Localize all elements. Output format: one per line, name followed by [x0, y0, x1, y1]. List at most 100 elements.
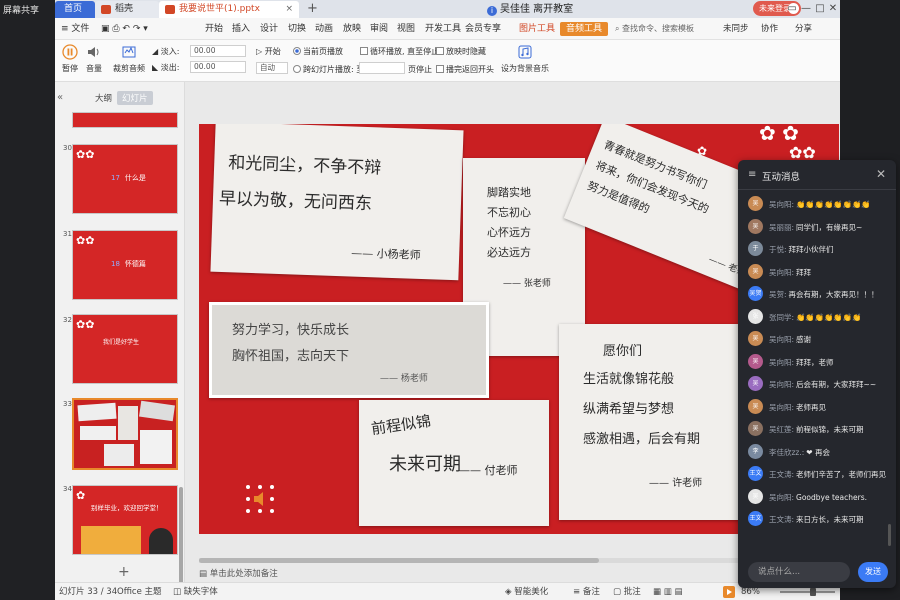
menu-insert[interactable]: 插入 — [232, 18, 250, 40]
tab-docer[interactable]: 稻壳 — [95, 1, 159, 18]
zoom-slider[interactable] — [780, 588, 835, 596]
avatar: 吴贺 — [748, 286, 763, 301]
wps-presentation-window: 首页 稻壳 我要说世平(1).pptx × + i 吴佳佳 离开教室 未来登录 ▭… — [55, 0, 840, 600]
mini-card — [140, 430, 172, 464]
menu-view[interactable]: 视图 — [397, 18, 415, 40]
slide-counter: 幻灯片 33 / 34 — [59, 587, 118, 597]
smart-beautify-button[interactable]: ◈ 智能美化 — [505, 583, 548, 600]
audio-object[interactable] — [245, 484, 275, 514]
chat-text: 老师再见 — [796, 402, 827, 412]
crop-audio-button[interactable]: 裁剪音频 — [111, 44, 147, 74]
chat-message: 吴吴红莲: 前程似锦，未来可期 — [748, 419, 888, 441]
chat-message-body: 王文涛: 老师们辛苦了，老师们再见 — [769, 469, 886, 480]
tab-document-label: 我要说世平(1).pptx — [179, 4, 260, 14]
close-tab-icon[interactable]: × — [285, 1, 293, 17]
notes-toggle[interactable]: ≡ 备注 — [573, 583, 600, 600]
comment-toggle[interactable]: ▢ 批注 — [613, 583, 641, 600]
chat-message-body: 吴贺: 再会有期，大家再见！！！ — [769, 289, 879, 300]
message-list[interactable]: 吴吴向阳: 👏👏👏👏👏👏👏👏 吴吴丽丽: 同学们，有缘再见~ 于于悦: 拜拜小伙伴们吴吴向… — [738, 194, 896, 534]
command-search[interactable]: ⌕ 查找命令、搜索模板 — [615, 22, 694, 36]
tab-home[interactable]: 首页 — [55, 1, 95, 18]
hide-checkbox[interactable]: 放映时隐藏 — [436, 46, 486, 57]
menu-developer[interactable]: 开发工具 — [425, 18, 461, 40]
background-music-button[interactable]: 设为背景音乐 — [500, 44, 550, 74]
menu-file[interactable]: ≡ 文件 — [61, 18, 89, 40]
card-signature: 小杨老师 — [351, 245, 421, 263]
menu-audio-tools[interactable]: 音频工具 — [560, 22, 609, 36]
fade-out-input[interactable]: 00.00 — [190, 61, 246, 73]
menu-member[interactable]: 会员专享 — [465, 18, 501, 40]
chat-message: 吴吴向阳: 拜拜，老师 — [748, 352, 888, 374]
add-slide-button[interactable]: + — [118, 564, 130, 580]
rewind-checkbox[interactable]: 播完返回开头 — [436, 64, 494, 75]
screen-share-strip: 屏幕共享 — [0, 0, 55, 600]
panel-scrollbar[interactable] — [179, 487, 183, 597]
tab-document[interactable]: 我要说世平(1).pptx × — [159, 1, 299, 18]
menu-transition[interactable]: 切换 — [288, 18, 306, 40]
chat-sender: 吴向阳: — [769, 492, 795, 502]
slide-thumbnail[interactable]: ✿✿ 17 什么是 — [72, 144, 178, 214]
card-signature: 付老师 — [459, 462, 518, 478]
meeting-status: i 吴佳佳 离开教室 — [487, 3, 573, 16]
chat-input[interactable]: 说点什么... — [748, 562, 850, 582]
scrollbar-thumb[interactable] — [199, 558, 599, 563]
menu-picture-tools[interactable]: 图片工具 — [513, 22, 562, 36]
minimize-icon[interactable]: — — [799, 0, 813, 17]
notes-area[interactable]: ▤ 单击此处添加备注 — [199, 567, 739, 581]
start-select[interactable]: 自动 — [256, 62, 288, 74]
chat-text: Goodbye teachers. — [796, 492, 867, 502]
stop-page-input[interactable] — [359, 62, 405, 74]
slide-number: 31 — [63, 230, 72, 238]
loop-checkbox[interactable]: 循环播放, 直至停止 — [360, 46, 439, 57]
menu-review[interactable]: 审阅 — [370, 18, 388, 40]
collapse-panel-icon[interactable]: « — [57, 92, 63, 103]
close-icon[interactable]: ✕ — [876, 167, 886, 181]
interaction-panel-header: ≡ 互动消息 ✕ — [738, 160, 896, 190]
menu-slideshow[interactable]: 放映 — [343, 18, 361, 40]
avatar: 王文 — [748, 511, 763, 526]
zoom-slider-knob[interactable] — [810, 588, 816, 596]
close-window-icon[interactable]: ✕ — [826, 0, 840, 17]
chat-message-body: 于悦: 拜拜小伙伴们 — [769, 244, 834, 255]
menu-design[interactable]: 设计 — [260, 18, 278, 40]
view-mode-icons[interactable]: ▦ ▥ ▤ — [653, 583, 683, 600]
card-line: 未来可期 — [389, 454, 461, 475]
slide-thumbnail[interactable]: ✿✿ 18 怀德篇 — [72, 230, 178, 300]
horizontal-scrollbar[interactable] — [199, 558, 739, 563]
avatar: 吴 — [748, 196, 763, 211]
theme-name[interactable]: Office 主题 — [117, 583, 162, 600]
maximize-icon[interactable]: □ — [813, 0, 827, 17]
tab-outline[interactable]: 大纲 — [95, 92, 112, 104]
tab-slides[interactable]: 幻灯片 — [117, 91, 153, 105]
chat-scrollbar[interactable] — [888, 524, 891, 546]
fade-in-input[interactable]: 00.00 — [190, 45, 246, 57]
search-placeholder: 查找命令、搜索模板 — [622, 24, 695, 33]
play-slideshow-icon[interactable] — [723, 586, 735, 598]
new-tab-button[interactable]: + — [307, 0, 318, 17]
chat-message-body: 吴向阳: 后会有期，大家拜拜~~ — [769, 379, 876, 390]
slide-thumbnail-selected[interactable] — [72, 398, 178, 470]
send-button[interactable]: 发送 — [858, 562, 888, 582]
missing-font[interactable]: ◫ 缺失字体 — [173, 583, 218, 600]
pause-icon — [62, 44, 78, 60]
chat-message: 王文 王文涛: 来日方长，未来可期 — [748, 509, 888, 531]
slide-number: 32 — [63, 316, 72, 324]
restore-icon[interactable]: ▭ — [785, 0, 799, 17]
message-card-1: 和光同尘，不争不辩 早以为敬，无问西东 小杨老师 — [210, 124, 464, 281]
collaborate-button[interactable]: 协作 — [761, 18, 778, 40]
menu-home[interactable]: 开始 — [205, 18, 223, 40]
menu-icon[interactable]: ≡ — [748, 169, 756, 180]
chat-message: 吴吴向阳: 老师再见 — [748, 397, 888, 419]
plum-blossom-icon: ✿✿ — [76, 318, 95, 331]
volume-button[interactable]: 音量 — [79, 44, 109, 74]
play-current-page-radio[interactable]: 当前页播放 — [293, 46, 343, 57]
start-label: ▷ 开始 — [256, 47, 281, 56]
slide-thumbnail[interactable] — [72, 112, 178, 128]
sync-status[interactable]: 未同步 — [723, 18, 749, 40]
slide-thumbnail[interactable]: ✿✿ 我们是好学生 — [72, 314, 178, 384]
play-cross-slides-radio[interactable]: 跨幻灯片播放: 至 — [293, 64, 364, 75]
menu-animation[interactable]: 动画 — [315, 18, 333, 40]
share-button[interactable]: 分享 — [795, 18, 812, 40]
interaction-panel-title: 互动消息 — [762, 172, 801, 183]
slide-thumbnail[interactable]: ✿ 别样毕业，欢迎回学堂！ — [72, 485, 178, 555]
